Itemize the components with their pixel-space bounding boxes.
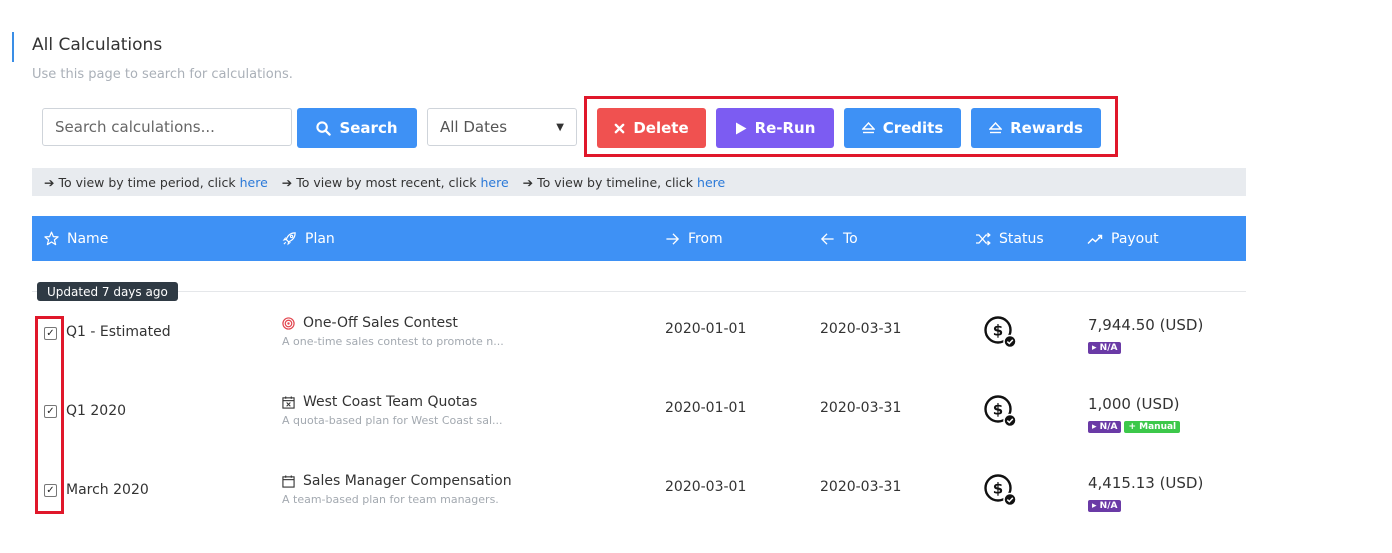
column-payout[interactable]: Payout [1087,216,1159,261]
page-header: All Calculations [12,32,162,62]
credits-button-label: Credits [882,119,944,137]
plan-description: A quota-based plan for West Coast sal... [282,414,503,427]
plan-name: One-Off Sales Contest [303,315,458,331]
plan-name: West Coast Team Quotas [303,394,478,410]
eject-icon [861,122,875,134]
info-text: To view by most recent, click [296,174,477,190]
calendar-icon [282,474,295,488]
payout-value: 7,944.50 (USD) [1088,316,1204,334]
eject-icon [989,122,1003,134]
trending-up-icon [1087,234,1103,244]
payout-tags: ▸ N/A + Manual [1088,421,1181,433]
payout-value: 1,000 (USD) [1088,395,1180,413]
column-to-label: To [843,230,858,247]
svg-text:$: $ [993,322,1003,340]
na-tag: ▸ N/A [1088,342,1122,354]
arrow-right-icon: ➔ [44,174,55,190]
chevron-down-icon: ▼ [556,121,564,133]
column-from[interactable]: From [665,216,723,261]
row-checkbox[interactable]: ✓ [44,327,57,340]
view-by-time-period-link[interactable]: here [240,175,268,190]
svg-text:$: $ [993,401,1003,419]
column-plan[interactable]: Plan [282,216,335,261]
payout-tags: ▸ N/A [1088,342,1122,354]
info-text: To view by time period, click [58,174,236,190]
date-filter-value: All Dates [440,118,508,136]
star-icon [44,231,59,246]
rerun-button[interactable]: Re-Run [716,108,834,148]
plan-link[interactable]: Sales Manager Compensation [282,473,512,489]
view-by-time-period: ➔ To view by time period, click here [44,175,268,190]
page-subtitle: Use this page to search for calculations… [32,67,293,82]
date-filter-select[interactable]: All Dates ▼ [427,108,577,146]
plan-name: Sales Manager Compensation [303,473,512,489]
column-plan-label: Plan [305,230,335,247]
row-name[interactable]: March 2020 [66,482,149,498]
manual-tag: + Manual [1124,421,1181,433]
payout-value: 4,415.13 (USD) [1088,474,1204,492]
view-by-most-recent-link[interactable]: here [480,175,508,190]
rocket-icon [282,232,296,246]
view-by-most-recent: ➔ To view by most recent, click here [282,175,509,190]
calendar-x-icon [282,395,295,409]
na-tag: ▸ N/A [1088,500,1122,512]
delete-button[interactable]: Delete [597,108,706,148]
from-date: 2020-01-01 [665,400,747,416]
updated-badge: Updated 7 days ago [37,282,178,301]
payout-approved-icon: $ [984,316,1017,349]
na-tag: ▸ N/A [1088,421,1122,433]
to-date: 2020-03-31 [820,321,902,337]
plan-link[interactable]: One-Off Sales Contest [282,315,458,331]
from-date: 2020-01-01 [665,321,747,337]
delete-button-label: Delete [633,119,689,137]
payout-approved-icon: $ [984,395,1017,428]
arrow-left-icon [820,232,834,245]
search-icon [316,120,332,136]
from-date: 2020-03-01 [665,479,747,495]
info-text: To view by timeline, click [537,174,694,190]
arrow-right-icon [666,232,680,245]
table-header: Name Plan From To Status Payout [32,216,1246,261]
svg-text:$: $ [993,480,1003,498]
to-date: 2020-03-31 [820,479,902,495]
target-icon [282,316,295,330]
view-by-timeline-link[interactable]: here [697,175,725,190]
row-name[interactable]: Q1 2020 [66,403,126,419]
plan-link[interactable]: West Coast Team Quotas [282,394,477,410]
view-options-bar: ➔ To view by time period, click here ➔ T… [32,168,1246,196]
rewards-button[interactable]: Rewards [971,108,1101,148]
plan-description: A team-based plan for team managers. [282,493,499,506]
view-by-timeline: ➔ To view by timeline, click here [523,175,726,190]
search-input[interactable] [42,108,292,146]
column-status-label: Status [999,230,1044,247]
to-date: 2020-03-31 [820,400,902,416]
column-from-label: From [688,230,723,247]
search-button[interactable]: Search [297,108,417,148]
payout-approved-icon: $ [984,474,1017,507]
column-to[interactable]: To [820,216,858,261]
credits-button[interactable]: Credits [844,108,961,148]
rewards-button-label: Rewards [1010,119,1083,137]
close-icon [614,123,625,133]
page-title: All Calculations [32,35,163,55]
search-button-label: Search [339,119,398,137]
plan-description: A one-time sales contest to promote n... [282,335,504,348]
group-divider [32,291,1246,292]
column-name[interactable]: Name [44,216,108,261]
arrow-right-icon: ➔ [522,174,534,190]
arrow-right-icon: ➔ [281,174,293,190]
column-name-label: Name [67,230,109,247]
row-checkbox[interactable]: ✓ [44,405,57,418]
rerun-button-label: Re-Run [754,119,816,137]
column-payout-label: Payout [1111,230,1159,247]
row-name[interactable]: Q1 - Estimated [66,324,171,340]
column-status[interactable]: Status [975,216,1044,261]
play-icon [735,122,747,134]
payout-tags: ▸ N/A [1088,500,1122,512]
row-checkbox[interactable]: ✓ [44,484,57,497]
shuffle-icon [976,232,991,245]
